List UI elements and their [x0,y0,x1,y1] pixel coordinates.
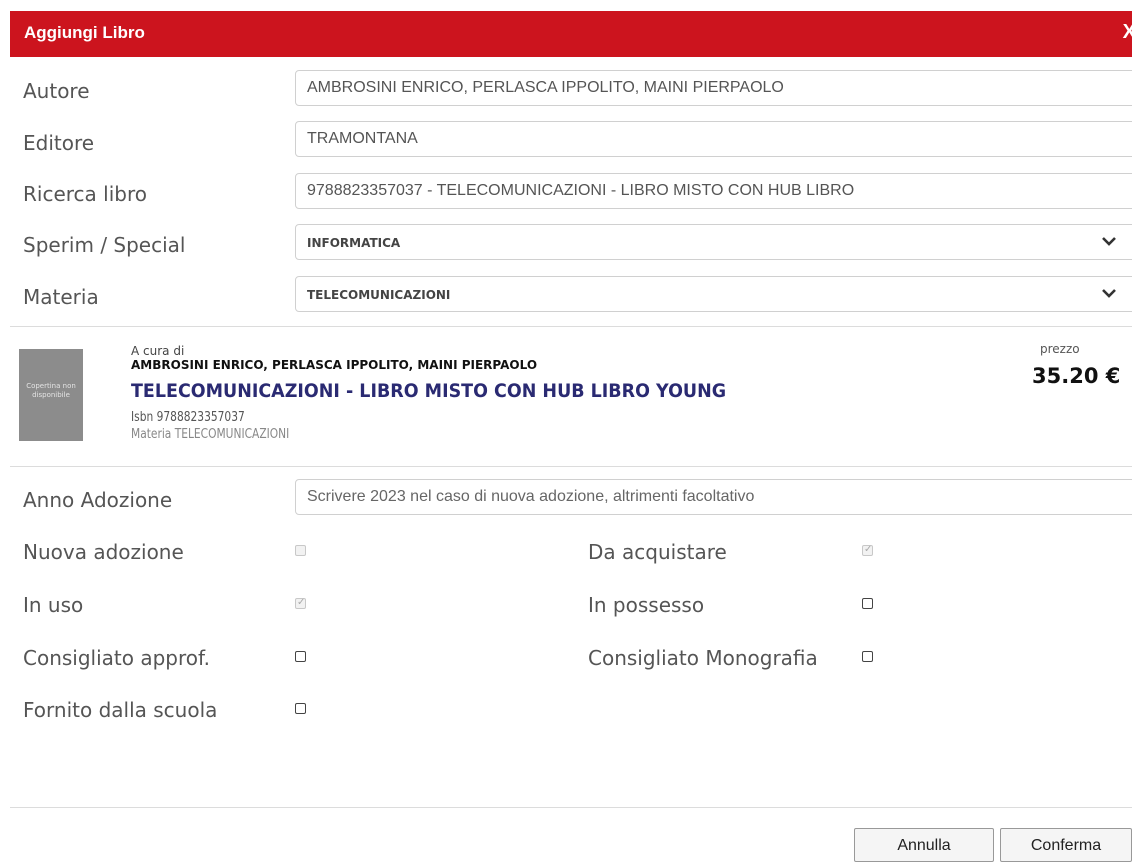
in-possesso-label: In possesso [588,593,705,617]
divider [10,466,1132,467]
divider [10,326,1132,327]
confirm-button[interactable]: Conferma [1000,828,1132,862]
editore-value: TRAMONTANA [307,130,418,147]
dialog-header: Aggiungi Libro X [10,11,1132,57]
cancel-button[interactable]: Annulla [854,828,994,862]
chevron-down-icon [1102,289,1116,298]
ricerca-value: 9788823357037 - TELECOMUNICAZIONI - LIBR… [307,182,855,199]
ricerca-label: Ricerca libro [23,182,147,206]
check-icon: ✓ [864,544,873,555]
check-icon: ✓ [297,597,306,608]
nuova-adozione-label: Nuova adozione [23,540,184,564]
nuova-adozione-checkbox[interactable] [295,545,306,556]
in-uso-checkbox[interactable]: ✓ [295,597,306,609]
materia-label: Materia [23,285,99,309]
consigliato-monografia-checkbox[interactable] [862,651,873,662]
book-authors: AMBROSINI ENRICO, PERLASCA IPPOLITO, MAI… [131,358,538,372]
close-icon[interactable]: X [1123,21,1132,44]
consigliato-approf-checkbox[interactable] [295,651,306,662]
fornito-scuola-checkbox[interactable] [295,703,306,714]
chevron-down-icon [1102,237,1116,246]
editore-label: Editore [23,131,95,155]
curated-label: A cura di [131,344,185,358]
sperim-label: Sperim / Special [23,233,186,257]
fornito-scuola-label: Fornito dalla scuola [23,698,218,722]
da-acquistare-checkbox[interactable]: ✓ [862,544,873,556]
book-materia: Materia TELECOMUNICAZIONI [131,427,290,442]
sperim-select[interactable]: INFORMATICA [295,224,1132,260]
autore-label: Autore [23,79,90,103]
materia-select[interactable]: TELECOMUNICAZIONI [295,276,1132,312]
autore-value: AMBROSINI ENRICO, PERLASCA IPPOLITO, MAI… [307,79,784,96]
book-isbn: Isbn 9788823357037 [131,410,245,425]
ricerca-field[interactable]: 9788823357037 - TELECOMUNICAZIONI - LIBR… [295,173,1132,209]
divider [10,807,1132,808]
editore-field[interactable]: TRAMONTANA [295,121,1132,157]
anno-label: Anno Adozione [23,488,173,512]
book-price: 35.20 € [1032,364,1121,388]
sperim-value: INFORMATICA [307,236,401,250]
da-acquistare-label: Da acquistare [588,540,727,564]
price-label: prezzo [1040,342,1080,356]
anno-placeholder: Scrivere 2023 nel caso di nuova adozione… [307,488,755,505]
consigliato-monografia-label: Consigliato Monografia [588,646,818,670]
autore-field[interactable]: AMBROSINI ENRICO, PERLASCA IPPOLITO, MAI… [295,70,1132,106]
book-title: TELECOMUNICAZIONI - LIBRO MISTO CON HUB … [131,380,727,402]
materia-value: TELECOMUNICAZIONI [307,288,451,302]
in-possesso-checkbox[interactable] [862,598,873,609]
in-uso-label: In uso [23,593,84,617]
book-cover-placeholder: Copertina non disponibile [19,349,83,441]
dialog-title: Aggiungi Libro [24,23,145,42]
cover-text: Copertina non disponibile [26,382,76,399]
consigliato-approf-label: Consigliato approf. [23,646,210,670]
anno-input[interactable]: Scrivere 2023 nel caso di nuova adozione… [295,479,1132,515]
